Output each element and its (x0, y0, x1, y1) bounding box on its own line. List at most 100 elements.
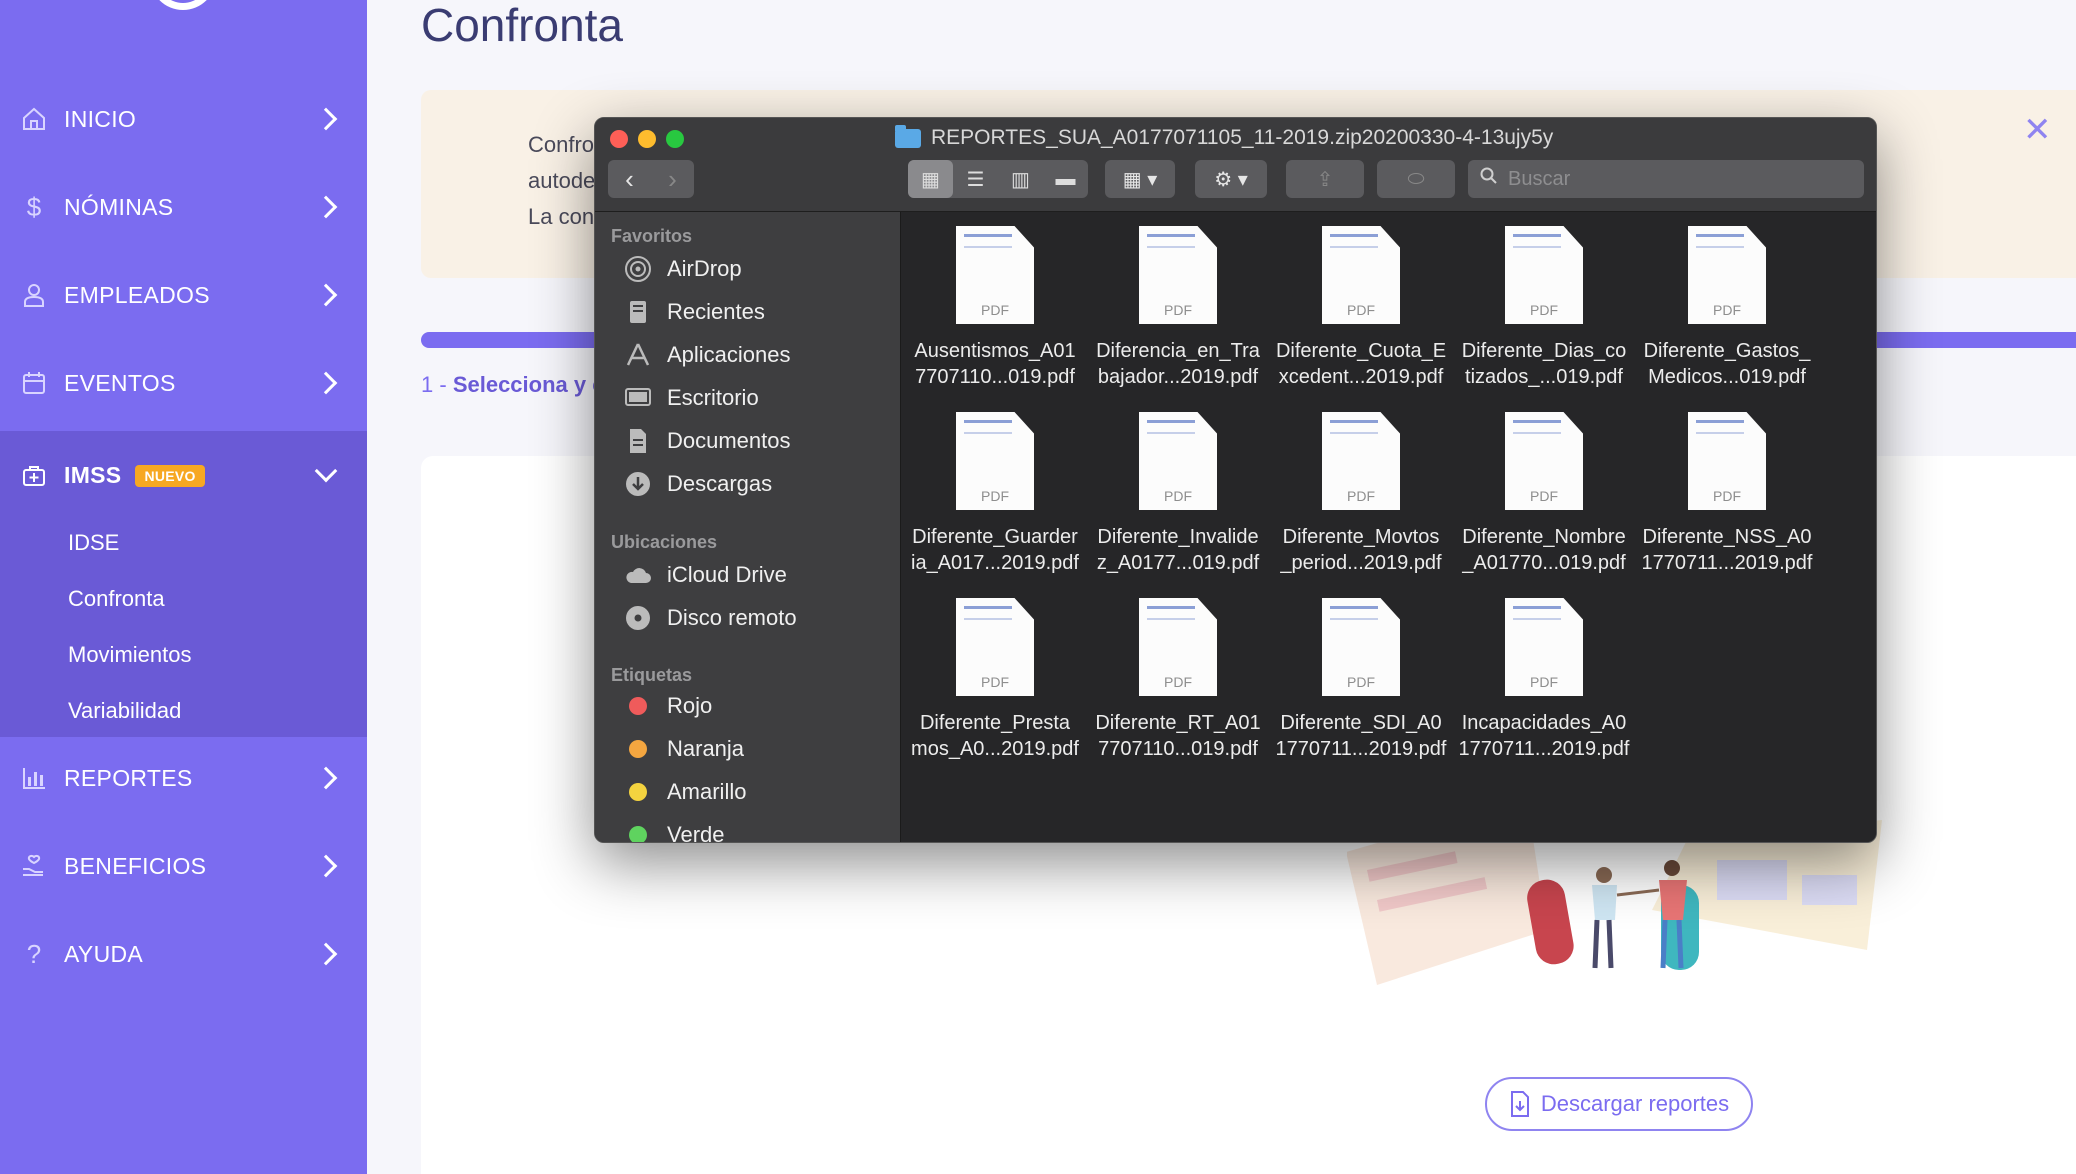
file-item[interactable]: PDF Diferencia_en_Tra bajador...2019.pdf (1088, 226, 1268, 390)
applications-icon (623, 340, 653, 370)
file-item[interactable]: PDF Diferente_Nombre _A01770...019.pdf (1454, 412, 1634, 576)
file-item[interactable]: PDF Incapacidades_A0 1770711...2019.pdf (1454, 598, 1634, 762)
pdf-file-icon: PDF (1322, 412, 1400, 510)
documents-icon (623, 426, 653, 456)
chevron-right-icon (314, 942, 338, 966)
pdf-preview-lines (1147, 420, 1195, 434)
file-item[interactable]: PDF Diferente_RT_A01 7707110...019.pdf (1088, 598, 1268, 762)
sidebar-item-label: Rojo (667, 693, 713, 718)
recents-icon (623, 297, 653, 327)
file-name-line: Diferente_Dias_co (1461, 340, 1627, 362)
file-name-line: _period...2019.pdf (1280, 552, 1442, 574)
file-name-line: Diferente_Movtos (1282, 526, 1440, 548)
chevron-right-icon (314, 854, 338, 878)
pdf-preview-lines (964, 420, 1012, 434)
chevron-right-icon (314, 371, 338, 395)
search-field[interactable] (1468, 160, 1864, 198)
pdf-type-label: PDF (1530, 674, 1558, 690)
sidebar-section-header: Favoritos (611, 226, 693, 246)
list-view-button[interactable]: ☰ (953, 160, 998, 198)
pdf-preview-lines (1696, 420, 1744, 434)
back-button[interactable]: ‹ (608, 164, 651, 195)
sidebar-tag-naranja[interactable]: Naranja (623, 736, 744, 762)
sidebar-tag-rojo[interactable]: Rojo (623, 693, 712, 719)
pdf-preview-lines (1513, 420, 1561, 434)
file-item[interactable]: PDF Diferente_Dias_co tizados_...019.pdf (1454, 226, 1634, 390)
action-gear-button[interactable]: ⚙ ▾ (1195, 160, 1267, 198)
file-item[interactable]: PDF Diferente_Movtos _period...2019.pdf (1271, 412, 1451, 576)
file-item[interactable]: PDF Diferente_NSS_A0 1770711...2019.pdf (1637, 412, 1817, 576)
pdf-file-icon: PDF (956, 412, 1034, 510)
sidebar-item-aplicaciones[interactable]: Aplicaciones (623, 340, 791, 370)
sidebar-item-eventos[interactable]: EVENTOS (0, 339, 367, 427)
view-mode-selector: ▦ ☰ ▥ ▬ (908, 160, 1088, 198)
sidebar-item-ayuda[interactable]: ? AYUDA (0, 910, 367, 998)
icon-view-button[interactable]: ▦ (908, 160, 953, 198)
pdf-preview-lines (1147, 234, 1195, 248)
sidebar-item-label: NÓMINAS (64, 193, 174, 220)
file-item[interactable]: PDF Diferente_SDI_A0 1770711...2019.pdf (1271, 598, 1451, 762)
sidebar-tag-amarillo[interactable]: Amarillo (623, 779, 746, 805)
tag-color-dot (629, 783, 647, 801)
zoom-window-button[interactable] (666, 130, 684, 148)
sidebar-item-escritorio[interactable]: Escritorio (623, 383, 759, 413)
sidebar-item-nominas[interactable]: $ NÓMINAS (0, 163, 367, 251)
file-name-line: Diferente_Presta (919, 712, 1071, 734)
folder-icon (895, 124, 921, 148)
sidebar-subitem-idse[interactable]: IDSE (68, 530, 119, 556)
pdf-type-label: PDF (1347, 302, 1375, 318)
pdf-type-label: PDF (1713, 488, 1741, 504)
file-name-line: _A01770...019.pdf (1462, 552, 1626, 574)
step-label: 1 - Selecciona y c (421, 372, 605, 397)
sidebar-item-descargas[interactable]: Descargas (623, 469, 772, 499)
download-reports-button[interactable]: Descargar reportes (1485, 1077, 1753, 1131)
share-button[interactable]: ⇪ (1286, 160, 1364, 198)
file-item[interactable]: PDF Diferente_Invalide z_A0177...019.pdf (1088, 412, 1268, 576)
file-item[interactable]: PDF Diferente_Guarder ia_A017...2019.pdf (905, 412, 1085, 576)
finder-titlebar[interactable]: REPORTES_SUA_A0177071105_11-2019.zip2020… (595, 118, 1876, 212)
calendar-icon (20, 369, 48, 397)
file-name-line: tizados_...019.pdf (1465, 366, 1623, 388)
sidebar-tag-verde[interactable]: Verde (623, 822, 725, 842)
file-item[interactable]: PDF Diferente_Cuota_E xcedent...2019.pdf (1271, 226, 1451, 390)
file-name: Diferente_SDI_A0 1770711...2019.pdf (1271, 710, 1451, 762)
search-input[interactable] (1508, 167, 1838, 191)
tags-button[interactable]: ⬭ (1377, 160, 1455, 198)
sidebar-subitem-movimientos[interactable]: Movimientos (68, 642, 191, 668)
logo[interactable] (150, 0, 216, 10)
sidebar-item-beneficios[interactable]: BENEFICIOS (0, 822, 367, 910)
sidebar-item-imss[interactable]: IMSS NUEVO (0, 431, 367, 519)
sidebar-item-airdrop[interactable]: AirDrop (623, 254, 742, 284)
back-forward-buttons: ‹ › (608, 160, 694, 198)
file-name-line: 1770711...2019.pdf (1458, 738, 1630, 760)
home-icon (20, 105, 48, 133)
sidebar-item-recientes[interactable]: Recientes (623, 297, 765, 327)
medical-icon (20, 461, 48, 489)
file-item[interactable]: PDF Diferente_Presta mos_A0...2019.pdf (905, 598, 1085, 762)
chevron-right-icon (314, 766, 338, 790)
file-name: Diferente_Cuota_E xcedent...2019.pdf (1271, 338, 1451, 390)
sidebar-item-reportes[interactable]: REPORTES (0, 734, 367, 822)
sidebar-item-icloud[interactable]: iCloud Drive (623, 560, 787, 590)
sidebar-item-disco-remoto[interactable]: Disco remoto (623, 603, 797, 633)
minimize-window-button[interactable] (638, 130, 656, 148)
sidebar-section-header: Etiquetas (611, 665, 693, 685)
close-icon[interactable]: ✕ (2023, 110, 2052, 150)
sidebar-subitem-variabilidad[interactable]: Variabilidad (68, 698, 181, 724)
gallery-view-button[interactable]: ▬ (1043, 160, 1088, 198)
pdf-file-icon: PDF (1322, 226, 1400, 324)
file-name-line: Diferente_Nombre (1462, 526, 1626, 548)
close-window-button[interactable] (610, 130, 628, 148)
forward-button[interactable]: › (651, 164, 694, 195)
sidebar-subitem-confronta[interactable]: Confronta (68, 586, 165, 612)
sidebar-item-label: Naranja (667, 736, 745, 761)
group-button[interactable]: ▦ ▾ (1105, 160, 1175, 198)
sidebar-item-inicio[interactable]: INICIO (0, 75, 367, 163)
sidebar-item-empleados[interactable]: EMPLEADOS (0, 251, 367, 339)
sidebar-item-label: INICIO (64, 105, 137, 132)
column-view-button[interactable]: ▥ (998, 160, 1043, 198)
file-item[interactable]: PDF Ausentismos_A01 7707110...019.pdf (905, 226, 1085, 390)
sidebar-item-documentos[interactable]: Documentos (623, 426, 791, 456)
pdf-type-label: PDF (1347, 674, 1375, 690)
file-item[interactable]: PDF Diferente_Gastos_ Medicos...019.pdf (1637, 226, 1817, 390)
